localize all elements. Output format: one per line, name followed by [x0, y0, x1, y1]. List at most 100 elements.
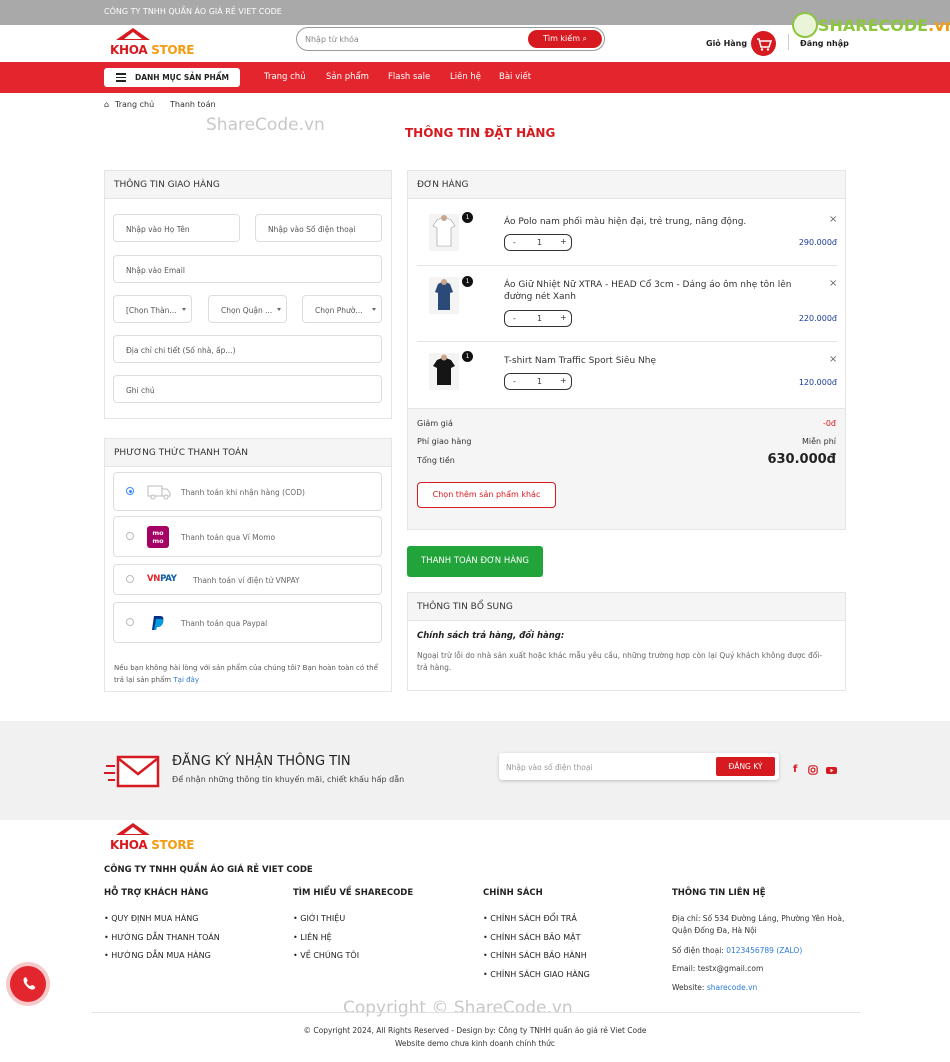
- qty-minus-button[interactable]: -: [513, 238, 516, 247]
- qty-plus-button[interactable]: +: [560, 376, 567, 385]
- qty-plus-button[interactable]: +: [560, 313, 567, 322]
- footer-link[interactable]: • HƯỚNG DẪN THANH TOÁN: [104, 933, 220, 942]
- product-name[interactable]: T-shirt Nam Traffic Sport Siêu Nhẹ: [504, 355, 814, 367]
- cart-button[interactable]: [751, 31, 776, 56]
- nav-link-flash-sale[interactable]: Flash sale: [388, 72, 430, 82]
- footer-divider: [92, 1012, 860, 1013]
- newsletter-title: ĐĂNG KÝ NHẬN THÔNG TIN: [172, 754, 351, 769]
- phone-icon: [23, 977, 36, 990]
- qty-value[interactable]: 1: [537, 314, 542, 323]
- footer-phone: Số điện thoại: 0123456789 (ZALO): [672, 945, 847, 957]
- qty-value[interactable]: 1: [537, 377, 542, 386]
- footer-link[interactable]: • CHÍNH SÁCH GIAO HÀNG: [483, 970, 590, 979]
- add-more-products-button[interactable]: Chọn thêm sản phẩm khác: [417, 482, 556, 508]
- search-button[interactable]: Tìm kiếm ⌕: [528, 30, 602, 48]
- chevron-down-icon: [372, 308, 376, 311]
- nav-link-blog[interactable]: Bài viết: [499, 72, 531, 82]
- payment-radio-momo[interactable]: [126, 532, 134, 540]
- payment-radio-cod[interactable]: [126, 487, 134, 495]
- watermark-text: ShareCode.vn: [206, 115, 325, 135]
- footer-store-logo[interactable]: KHOA STORE: [110, 823, 194, 853]
- qty-plus-button[interactable]: +: [560, 237, 567, 246]
- payment-option-cod[interactable]: Thanh toán khi nhận hàng (COD): [113, 472, 382, 511]
- breadcrumb-current: Thanh toán: [170, 100, 216, 109]
- product-image[interactable]: [429, 277, 459, 314]
- return-note-text: Nếu bạn không hài lòng với sản phẩm của …: [114, 664, 378, 684]
- ward-select-value: Chọn Phườ...: [315, 306, 363, 315]
- product-name[interactable]: Áo Giữ Nhiệt Nữ XTRA - HEAD Cổ 3cm - Dán…: [504, 279, 814, 303]
- qty-minus-button[interactable]: -: [513, 377, 516, 386]
- product-image[interactable]: [429, 214, 459, 251]
- logo-text-red: KHOA: [110, 43, 148, 57]
- cart-label[interactable]: Giỏ Hàng: [706, 39, 747, 48]
- footer-col-about-title: TÌM HIỂU VỀ SHARECODE: [293, 888, 414, 898]
- payment-option-paypal[interactable]: Thanh toán qua Paypal: [113, 602, 382, 643]
- footer-phone-label: Số điện thoại:: [672, 946, 724, 955]
- call-button[interactable]: [10, 966, 46, 1002]
- paypal-icon: [152, 616, 164, 630]
- checkout-button[interactable]: THANH TOÁN ĐƠN HÀNG: [407, 546, 543, 577]
- nav-link-home[interactable]: Trang chủ: [264, 72, 306, 82]
- return-policy-text: Ngoại trừ lỗi do nhà sản xuất hoặc khác …: [417, 651, 823, 672]
- home-icon: ⌂: [104, 100, 110, 109]
- qty-value[interactable]: 1: [537, 238, 542, 247]
- nav-link-contact[interactable]: Liên hệ: [450, 72, 481, 82]
- ward-select[interactable]: Chọn Phườ...: [302, 295, 382, 323]
- shipping-info-title: THÔNG TIN GIAO HÀNG: [114, 180, 220, 190]
- footer-link[interactable]: • CHÍNH SÁCH BẢO MẬT: [483, 933, 581, 942]
- footer-link[interactable]: • VỀ CHÚNG TÔI: [293, 951, 359, 960]
- district-select[interactable]: Chọn Quận ...: [208, 295, 287, 323]
- email-input[interactable]: Nhập vào Email: [113, 255, 382, 283]
- category-menu-button[interactable]: DANH MỤC SẢN PHẨM: [104, 68, 240, 87]
- facebook-icon[interactable]: f: [793, 764, 797, 775]
- product-name[interactable]: Áo Polo nam phối màu hiện đại, trẻ trung…: [504, 216, 814, 228]
- remove-item-icon[interactable]: ×: [829, 214, 837, 225]
- youtube-icon[interactable]: [826, 765, 837, 775]
- return-link[interactable]: Tại đây: [173, 676, 199, 684]
- phone-input[interactable]: Nhập vào Số điện thoại: [255, 214, 382, 242]
- payment-option-label: Thanh toán ví điện tử VNPAY: [193, 576, 300, 585]
- payment-option-vnpay[interactable]: VNPAY Thanh toán ví điện tử VNPAY: [113, 564, 382, 595]
- footer-link[interactable]: • GIỚI THIỆU: [293, 914, 345, 923]
- footer-col-contact-title: THÔNG TIN LIÊN HỆ: [672, 888, 766, 898]
- search-input[interactable]: Nhập từ khóa: [305, 35, 359, 44]
- nav-link-products[interactable]: Sản phẩm: [326, 72, 369, 82]
- instagram-icon[interactable]: [808, 765, 818, 775]
- city-select[interactable]: [Chọn Thàn...: [113, 295, 192, 323]
- footer-link[interactable]: • QUY ĐỊNH MUA HÀNG: [104, 914, 198, 923]
- item-divider: [417, 265, 837, 266]
- quantity-stepper[interactable]: - 1 +: [504, 234, 572, 251]
- quantity-stepper[interactable]: - 1 +: [504, 373, 572, 390]
- newsletter-form: Nhập vào số điện thoại ĐĂNG KÝ: [499, 753, 779, 780]
- address-input-placeholder: Địa chỉ chi tiết (Số nhà, ấp...): [126, 346, 236, 355]
- footer-company: CÔNG TY TNHH QUẦN ÁO GIÁ RẺ VIET CODE: [104, 865, 313, 875]
- payment-radio-vnpay[interactable]: [126, 575, 134, 583]
- note-input-placeholder: Ghi chú: [126, 386, 155, 395]
- payment-methods-title: PHƯƠNG THỨC THANH TOÁN: [114, 448, 248, 458]
- payment-radio-paypal[interactable]: [126, 618, 134, 626]
- store-logo[interactable]: KHOA STORE: [110, 28, 194, 58]
- remove-item-icon[interactable]: ×: [829, 354, 837, 365]
- order-summary: [407, 408, 846, 530]
- footer-link[interactable]: • LIÊN HỆ: [293, 933, 332, 942]
- qty-minus-button[interactable]: -: [513, 314, 516, 323]
- newsletter-subtitle: Để nhận những thông tin khuyến mãi, chiế…: [172, 775, 405, 784]
- total-value: 630.000đ: [767, 452, 836, 467]
- footer-phone-link[interactable]: 0123456789 (ZALO): [726, 946, 802, 955]
- payment-option-momo[interactable]: mo mo Thanh toán qua Ví Momo: [113, 516, 382, 557]
- breadcrumb-home[interactable]: Trang chủ: [115, 100, 154, 109]
- footer-link[interactable]: • CHÍNH SÁCH BẢO HÀNH: [483, 951, 587, 960]
- name-input[interactable]: Nhập vào Họ Tên: [113, 214, 240, 242]
- address-input[interactable]: Địa chỉ chi tiết (Số nhà, ấp...): [113, 335, 382, 363]
- newsletter-phone-input[interactable]: Nhập vào số điện thoại: [506, 763, 593, 772]
- newsletter-subscribe-button[interactable]: ĐĂNG KÝ: [716, 757, 775, 776]
- remove-item-icon[interactable]: ×: [829, 278, 837, 289]
- product-image[interactable]: [429, 353, 459, 390]
- quantity-stepper[interactable]: - 1 +: [504, 310, 572, 327]
- footer-col-policy-title: CHÍNH SÁCH: [483, 888, 543, 898]
- footer-link[interactable]: • HƯỚNG DẪN MUA HÀNG: [104, 951, 211, 960]
- footer-website-link[interactable]: sharecode.vn: [707, 983, 757, 992]
- shipping-fee-label: Phí giao hàng: [417, 437, 472, 446]
- note-input[interactable]: Ghi chú: [113, 375, 382, 403]
- footer-link[interactable]: • CHÍNH SÁCH ĐỔI TRẢ: [483, 914, 577, 923]
